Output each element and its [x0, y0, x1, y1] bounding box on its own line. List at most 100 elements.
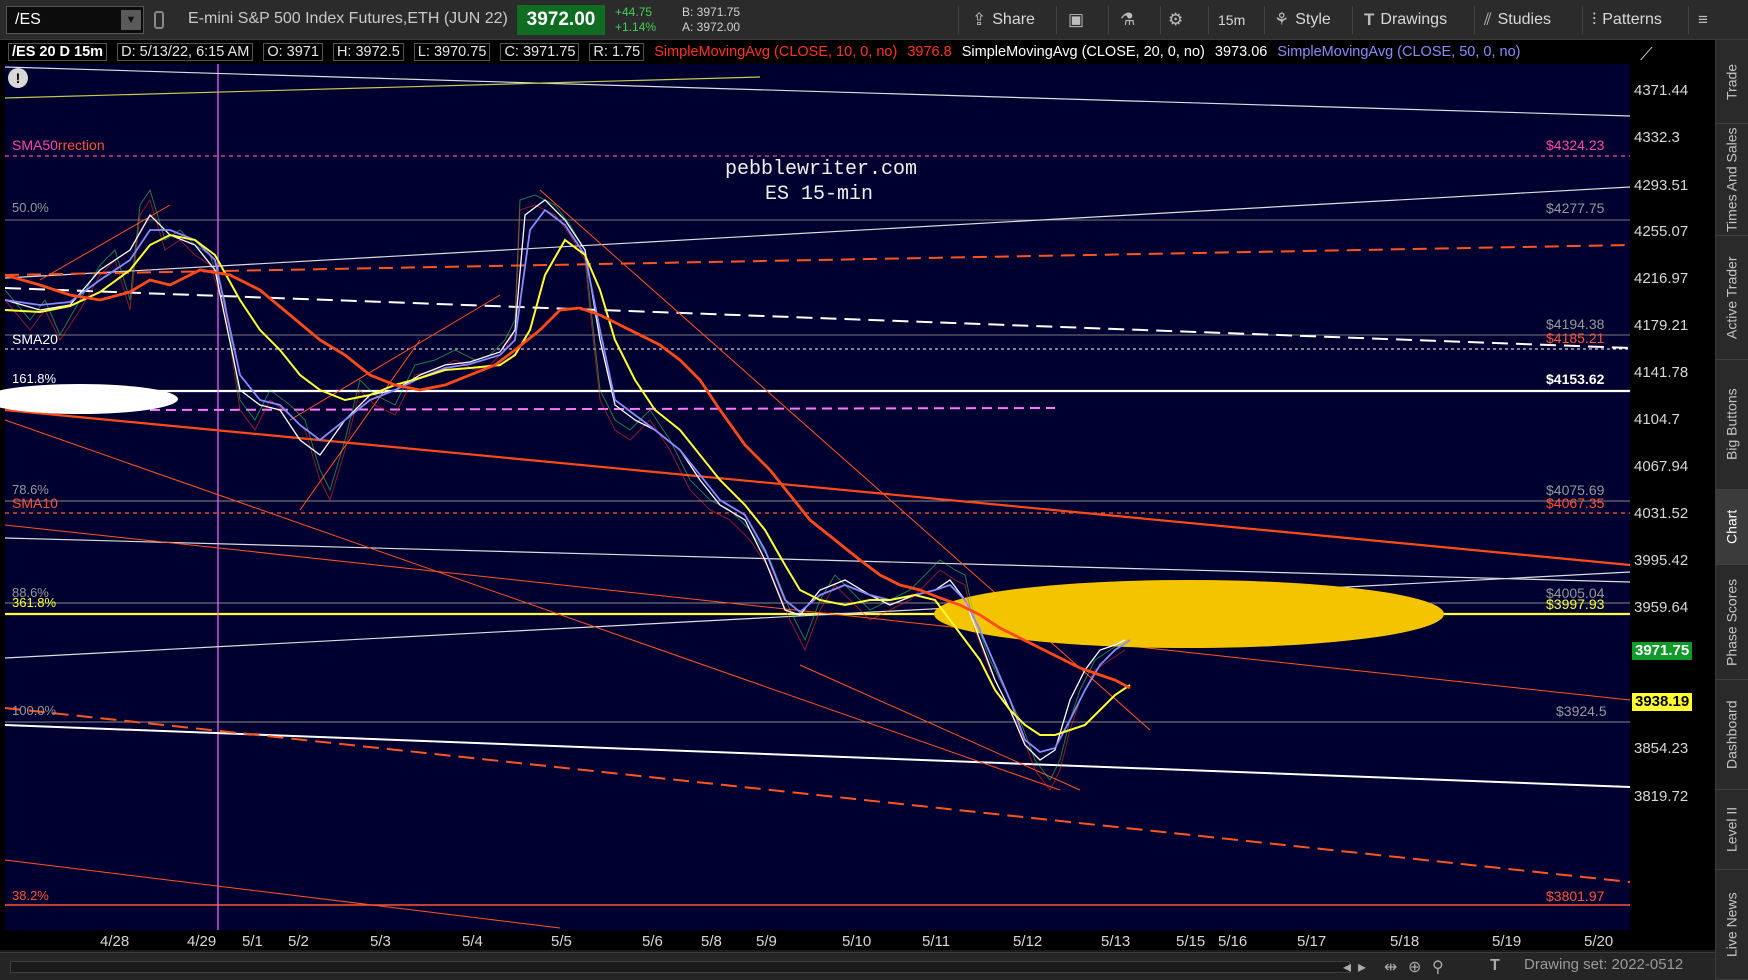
- date-axis-tick: 5/2: [288, 933, 309, 950]
- side-tab-live-news[interactable]: Live News: [1715, 870, 1748, 980]
- price-axis-tick: 4104.7: [1634, 411, 1680, 428]
- divider: [1108, 6, 1109, 34]
- drawing-set-label[interactable]: Drawing set: 2022-0512: [1524, 956, 1683, 973]
- drawings-label: Drawings: [1380, 11, 1448, 28]
- layout-icon: ▣: [1068, 10, 1085, 29]
- instrument-description: E-mini S&P 500 Index Futures,ETH (JUN 22…: [188, 10, 508, 27]
- patterns-icon: ⫶: [1592, 10, 1597, 29]
- side-tab-times-and-sales[interactable]: Times And Sales: [1715, 124, 1748, 236]
- gear-icon: ⚙: [1168, 10, 1184, 29]
- date-axis-tick: 5/11: [922, 933, 951, 950]
- scroll-left-icon[interactable]: ◂: [1343, 957, 1351, 977]
- price-axis-tick: 4141.78: [1634, 364, 1689, 381]
- bar-range: R: 1.75: [589, 43, 645, 61]
- date-axis-tick: 5/12: [1013, 933, 1043, 950]
- bid-ask: B: 3971.75 A: 3972.00: [682, 5, 740, 35]
- date-axis-tick: 5/19: [1492, 933, 1522, 950]
- date-axis-tick: 5/18: [1390, 933, 1420, 950]
- sma20-study-label[interactable]: SimpleMovingAvg (CLOSE, 20, 0, no): [962, 44, 1205, 60]
- price-axis-tick: 3959.64: [1634, 599, 1689, 616]
- divider: [1688, 6, 1689, 34]
- chart-id[interactable]: /ES 20 D 15m: [8, 43, 108, 61]
- level-label-3997: $3997.93: [1546, 596, 1605, 612]
- zoom-icon[interactable]: ⚲: [1432, 957, 1444, 977]
- studies-label: Studies: [1497, 11, 1551, 28]
- patterns-button[interactable]: ⫶ Patterns: [1592, 0, 1662, 40]
- date-axis-tick: 5/13: [1101, 933, 1131, 950]
- date-axis-tick: 5/9: [756, 933, 777, 950]
- studies-icon: ⫽: [1484, 10, 1492, 29]
- divider: [1582, 6, 1583, 34]
- side-tab-dashboard[interactable]: Dashboard: [1715, 680, 1748, 790]
- price-axis-tick: 3995.42: [1634, 552, 1689, 569]
- text-tool-icon[interactable]: T: [1490, 957, 1500, 975]
- sma50-study-label[interactable]: SimpleMovingAvg (CLOSE, 50, 0, no): [1277, 44, 1520, 60]
- sma10-chart-label: SMA10: [12, 495, 58, 511]
- crosshair-icon[interactable]: ⊕: [1408, 957, 1421, 977]
- symbol-input[interactable]: /ES ▼: [6, 6, 144, 34]
- patterns-label: Patterns: [1602, 11, 1662, 28]
- bar-open: O: 3971: [263, 43, 323, 61]
- level-label-4277: $4277.75: [1546, 200, 1605, 216]
- warning-icon[interactable]: !: [8, 68, 28, 88]
- chart-scrollbar[interactable]: [0, 952, 1715, 980]
- scroll-track[interactable]: [10, 961, 1350, 973]
- settings-button[interactable]: ⚙: [1168, 0, 1183, 40]
- chart-layout-button[interactable]: ▣: [1068, 0, 1084, 40]
- menu-button[interactable]: ≡: [1698, 0, 1708, 40]
- bar-date: D: 5/13/22, 6:15 AM: [117, 43, 254, 61]
- share-button[interactable]: ⇪ Share: [972, 0, 1035, 40]
- scroll-right-icon[interactable]: ▸: [1358, 957, 1366, 977]
- style-icon: ⚘: [1274, 10, 1290, 29]
- side-tab-level-ii[interactable]: Level II: [1715, 790, 1748, 870]
- fib-50-label: 50.0%: [12, 200, 49, 215]
- sma10-study-label[interactable]: SimpleMovingAvg (CLOSE, 10, 0, no): [654, 44, 897, 60]
- symbol-text: /ES: [15, 11, 41, 28]
- price-axis-tick: 4031.52: [1634, 505, 1689, 522]
- menu-icon: ≡: [1698, 10, 1708, 29]
- date-axis-tick: 5/20: [1584, 933, 1614, 950]
- drawings-button[interactable]: T Drawings: [1364, 0, 1447, 40]
- studies-button[interactable]: ⫽ Studies: [1484, 0, 1551, 40]
- share-icon: ⇪: [972, 10, 987, 29]
- bar-high: H: 3972.5: [332, 43, 404, 61]
- bar-close: C: 3971.75: [500, 43, 580, 61]
- chart-info-bar: /ES 20 D 15m D: 5/13/22, 6:15 AM O: 3971…: [0, 40, 1628, 64]
- top-toolbar: /ES ▼ E-mini S&P 500 Index Futures,ETH (…: [0, 0, 1748, 40]
- pan-icon[interactable]: ⇹: [1384, 957, 1397, 977]
- divider: [1208, 6, 1209, 34]
- sma20-study-value: 3973.06: [1214, 44, 1268, 60]
- style-button[interactable]: ⚘ Style: [1274, 0, 1331, 40]
- date-axis-tick: 5/10: [842, 933, 872, 950]
- side-tab-phase-scores[interactable]: Phase Scores: [1715, 565, 1748, 680]
- ask-value: A: 3972.00: [682, 20, 741, 34]
- date-axis-tick: 5/6: [642, 933, 663, 950]
- price-axis-tick: 4067.94: [1634, 458, 1689, 475]
- sma20-chart-label: SMA20: [12, 331, 58, 347]
- price-axis-tick: 4216.97: [1634, 270, 1689, 287]
- chart-tool-icon[interactable]: ⟋: [1640, 44, 1653, 65]
- level-label-3924: $3924.5: [1556, 703, 1607, 719]
- side-tab-trade[interactable]: Trade: [1715, 40, 1748, 124]
- change-value: +44.75: [615, 5, 653, 19]
- flask-icon: ⚗: [1120, 10, 1136, 29]
- link-icon[interactable]: [154, 11, 164, 29]
- flask-button[interactable]: ⚗: [1120, 0, 1135, 40]
- share-label: Share: [992, 11, 1035, 28]
- yellow-target-ellipse[interactable]: [934, 580, 1444, 648]
- last-price-tag: 3971.75: [1632, 642, 1693, 660]
- side-tab-active-trader[interactable]: Active Trader: [1715, 236, 1748, 360]
- scroll-thumb[interactable]: [871, 963, 911, 971]
- date-axis-tick: 5/4: [462, 933, 483, 950]
- divider: [958, 6, 959, 34]
- side-tab-big-buttons[interactable]: Big Buttons: [1715, 360, 1748, 490]
- bar-low: L: 3970.75: [413, 43, 491, 61]
- style-label: Style: [1295, 11, 1331, 28]
- timeframe-button[interactable]: 15m: [1218, 0, 1245, 40]
- fib-161-label: 161.8%: [12, 371, 57, 386]
- date-axis-tick: 5/15: [1176, 933, 1206, 950]
- price-axis-tick: 4371.44: [1634, 82, 1689, 99]
- last-price-badge: 3972.00: [517, 5, 605, 35]
- symbol-dropdown-icon[interactable]: ▼: [121, 10, 141, 30]
- side-tab-chart[interactable]: Chart: [1715, 490, 1748, 565]
